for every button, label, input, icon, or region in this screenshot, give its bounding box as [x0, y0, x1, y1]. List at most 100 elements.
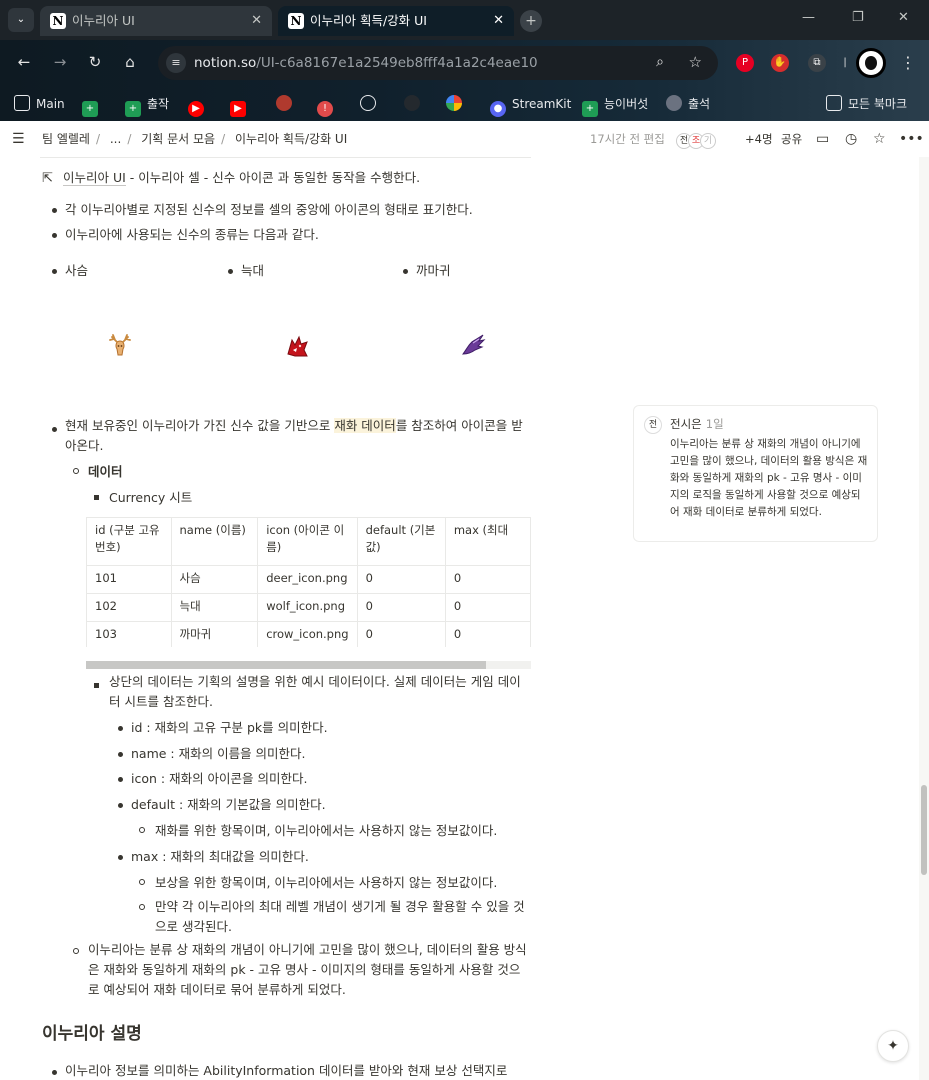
window-close-icon[interactable]: ✕ [898, 10, 909, 25]
field-desc: : 재화의 이름을 의미한다. [166, 746, 306, 761]
table-cell[interactable]: 사슴 [170, 565, 259, 594]
mention-rest: - 이누리아 셀 - 신수 아이콘 과 동일한 동작을 수행한다. [125, 170, 421, 185]
table-cell[interactable]: 0 [356, 621, 446, 647]
bookmark-all[interactable]: 모든 북마크 [826, 94, 907, 114]
table-cell[interactable]: 102 [86, 593, 172, 622]
header-cell[interactable]: max (최대 [444, 517, 531, 566]
comment-card[interactable]: 전 전시은 1일 이누리아는 분류 상 재화의 개념이 아니기에 고민을 많이 했… [633, 405, 878, 542]
ai-assistant-button[interactable]: ✦ [877, 1030, 909, 1062]
table-cell[interactable]: 103 [86, 621, 172, 647]
breadcrumb-ellipsis[interactable]: ... [110, 132, 121, 146]
extension-hand-icon[interactable]: ✋ [771, 54, 789, 72]
favorite-star-icon[interactable]: ☆ [873, 131, 886, 147]
site-info-icon[interactable]: ≡ [166, 53, 186, 73]
default-subnote: 재화를 위한 항목이며, 이누리아에서는 사용하지 않는 정보값이다. [155, 823, 498, 838]
profile-avatar[interactable] [856, 48, 886, 78]
currency-table: id (구분 고유 번호) name (이름) icon (아이콘 이름) de… [86, 517, 531, 647]
comment-body: 이누리아는 분류 상 재화의 개념이 아니기에 고민을 많이 했으나, 데이터의… [670, 438, 868, 518]
bookmark-photos[interactable] [446, 94, 468, 114]
address-bar[interactable]: ≡ notion.so/UI-c6a8167e1a2549eb8fff4a1a2… [158, 46, 718, 80]
scrollbar-thumb[interactable] [86, 661, 486, 669]
history-icon[interactable]: ◷ [845, 131, 857, 147]
page-scrollbar[interactable] [919, 157, 929, 1080]
table-cell[interactable]: 101 [86, 565, 172, 594]
bookmark-red-circle[interactable]: ! [317, 94, 339, 117]
page-mention-line[interactable]: 이누리아 UI - 이누리아 셀 - 신수 아이콘 과 동일한 동작을 수행한다… [63, 167, 420, 188]
collaborator-avatars[interactable]: 전조기 [676, 121, 716, 157]
tab-inuria-acquire-ui[interactable]: N 이누리아 획득/강화 UI ✕ [278, 6, 514, 36]
comments-icon[interactable]: ▭ [816, 131, 829, 147]
highlighted-text: 재화 데이터 [334, 418, 396, 433]
table-horizontal-scrollbar[interactable] [86, 661, 531, 669]
bookmark-avatar[interactable] [276, 94, 298, 114]
url-text[interactable]: notion.so/UI-c6a8167e1a2549eb8fff4a1a2c4… [194, 46, 538, 80]
bookmark-openai[interactable] [360, 94, 382, 114]
bookmark-chuljak[interactable]: + 출작 [125, 94, 169, 117]
header-cell[interactable]: icon (아이콘 이름) [257, 517, 358, 566]
deer-icon [109, 334, 131, 356]
scrollbar-thumb[interactable] [921, 785, 927, 875]
url-path: /UI-c6a8167e1a2549eb8fff4a1a2c4eae10 [256, 55, 538, 71]
home-icon[interactable]: ⌂ [120, 52, 140, 72]
notion-icon: N [50, 13, 66, 29]
bookmark-youtube[interactable]: ▶ [230, 94, 252, 117]
folder-icon [826, 95, 842, 111]
bookmark-attendance[interactable]: 출석 [666, 94, 710, 114]
table-cell[interactable]: 0 [444, 565, 531, 594]
bookmark-github[interactable] [404, 94, 426, 114]
notion-topbar: ☰ 팀 엘렐레 / ... / 기획 문서 모음 / 이누리아 획득/강화 UI 17… [0, 121, 929, 157]
field-default: default : 재화의 기본값을 의미한다. [131, 794, 326, 815]
breadcrumb-workspace[interactable]: 팀 엘렐레 [42, 132, 90, 146]
reload-icon[interactable]: ↻ [85, 52, 105, 72]
bullet-dot [52, 269, 57, 274]
breadcrumb-page[interactable]: 이누리아 획득/강화 UI [235, 132, 347, 146]
table-cell[interactable]: 늑대 [170, 593, 259, 622]
browser-menu-icon[interactable]: ⋮ [900, 53, 916, 72]
bookmark-star-icon[interactable]: ☆ [689, 53, 702, 71]
table-cell[interactable]: crow_icon.png [257, 621, 358, 647]
breadcrumb-docs[interactable]: 기획 문서 모음 [141, 132, 215, 146]
more-options-icon[interactable]: ••• [899, 131, 924, 147]
data-heading: 데이터 [88, 464, 123, 479]
bookmark-green-1[interactable]: + [82, 94, 104, 117]
table-cell[interactable]: 0 [444, 621, 531, 647]
field-icon: icon : 재화의 아이콘을 의미한다. [131, 768, 308, 789]
field-key: id [131, 720, 143, 735]
tab-search-button[interactable]: ⌄ [8, 8, 34, 32]
bookmark-main[interactable]: Main [14, 94, 65, 114]
table-cell[interactable]: 0 [356, 593, 446, 622]
table-cell[interactable]: wolf_icon.png [257, 593, 358, 622]
back-icon[interactable]: ← [14, 52, 34, 72]
list-item: 각 이누리아별로 지정된 신수의 정보를 셀의 중앙에 아이콘의 형태로 표기한… [65, 202, 473, 217]
table-cell[interactable]: deer_icon.png [257, 565, 358, 594]
extensions-puzzle-icon[interactable]: ⧉ [808, 54, 826, 72]
search-icon[interactable]: ⌕ [656, 54, 664, 70]
new-tab-button[interactable]: + [520, 10, 542, 32]
table-cell[interactable]: 까마귀 [170, 621, 259, 647]
close-icon[interactable]: ✕ [251, 6, 262, 36]
tab-inuria-ui[interactable]: N 이누리아 UI ✕ [40, 6, 272, 36]
table-cell[interactable]: 0 [444, 593, 531, 622]
bullet-dot [118, 777, 123, 782]
pinterest-icon[interactable]: P [736, 54, 754, 72]
bullet-dot [403, 269, 408, 274]
more-collaborators[interactable]: +4명 [745, 121, 773, 157]
bookmark-neungi[interactable]: + 능이버섯 [582, 94, 648, 117]
maximize-icon[interactable]: ❐ [852, 10, 864, 25]
minimize-icon[interactable]: — [802, 10, 815, 25]
youtube-icon: ▶ [230, 101, 246, 117]
page-mention[interactable]: 이누리아 UI [63, 170, 126, 186]
close-icon[interactable]: ✕ [493, 6, 504, 36]
share-button[interactable]: 공유 [781, 121, 802, 157]
github-icon [404, 95, 420, 111]
table-cell[interactable]: 0 [356, 565, 446, 594]
forward-icon[interactable]: → [50, 52, 70, 72]
bookmark-streamkit[interactable]: ● StreamKit [490, 94, 571, 117]
bookmark-youtube-music[interactable]: ▶ [188, 94, 210, 117]
sidebar-toggle-icon[interactable]: ☰ [12, 131, 25, 147]
header-cell[interactable]: name (이름) [170, 517, 259, 566]
divider [40, 157, 531, 158]
currency-table-wrapper[interactable]: id (구분 고유 번호) name (이름) icon (아이콘 이름) de… [86, 517, 531, 647]
header-cell[interactable]: id (구분 고유 번호) [86, 517, 172, 566]
header-cell[interactable]: default (기본값) [356, 517, 446, 566]
